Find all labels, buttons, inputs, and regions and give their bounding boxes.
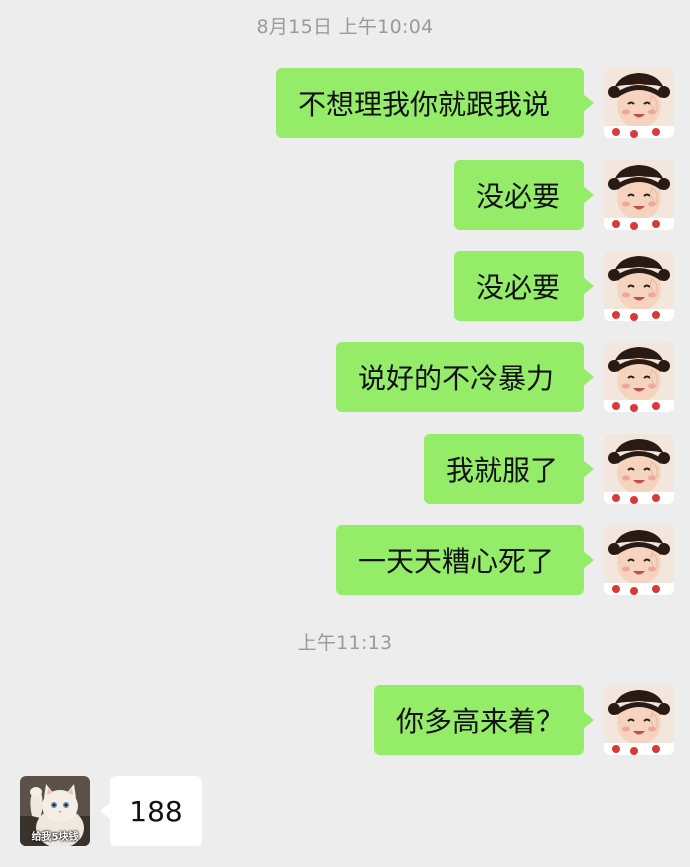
avatar-caption: 给我5块钱 bbox=[31, 832, 79, 843]
timestamp: 上午11:13 bbox=[297, 632, 393, 654]
message-row: 一天天糟心死了 bbox=[336, 525, 674, 597]
cat-avatar-icon[interactable]: 给我5块钱 bbox=[20, 776, 90, 846]
girl-avatar-icon[interactable] bbox=[604, 525, 674, 595]
message-bubble[interactable]: 没必要 bbox=[454, 251, 594, 321]
message-bubble[interactable]: 不想理我你就跟我说 bbox=[276, 68, 594, 138]
message-row: 我就服了 bbox=[424, 434, 674, 506]
message-row: 不想理我你就跟我说 bbox=[276, 68, 674, 140]
message-row: 没必要 bbox=[454, 251, 674, 323]
message-bubble[interactable]: 没必要 bbox=[454, 160, 594, 230]
girl-avatar-icon[interactable] bbox=[604, 434, 674, 504]
message-bubble[interactable]: 一天天糟心死了 bbox=[336, 525, 594, 595]
message-row: 说好的不冷暴力 bbox=[336, 342, 674, 414]
girl-avatar-icon[interactable] bbox=[604, 685, 674, 755]
girl-avatar-icon[interactable] bbox=[604, 160, 674, 230]
message-row: 你多高来着？ bbox=[374, 685, 674, 757]
message-row: 没必要 bbox=[454, 160, 674, 232]
message-row: 给我5块钱 188 bbox=[20, 776, 202, 848]
message-bubble[interactable]: 你多高来着？ bbox=[374, 685, 594, 755]
timestamp: 8月15日 上午10:04 bbox=[256, 16, 434, 38]
girl-avatar-icon[interactable] bbox=[604, 68, 674, 138]
message-bubble[interactable]: 说好的不冷暴力 bbox=[336, 342, 594, 412]
girl-avatar-icon[interactable] bbox=[604, 342, 674, 412]
message-bubble[interactable]: 我就服了 bbox=[424, 434, 594, 504]
message-bubble[interactable]: 188 bbox=[100, 776, 202, 846]
girl-avatar-icon[interactable] bbox=[604, 251, 674, 321]
